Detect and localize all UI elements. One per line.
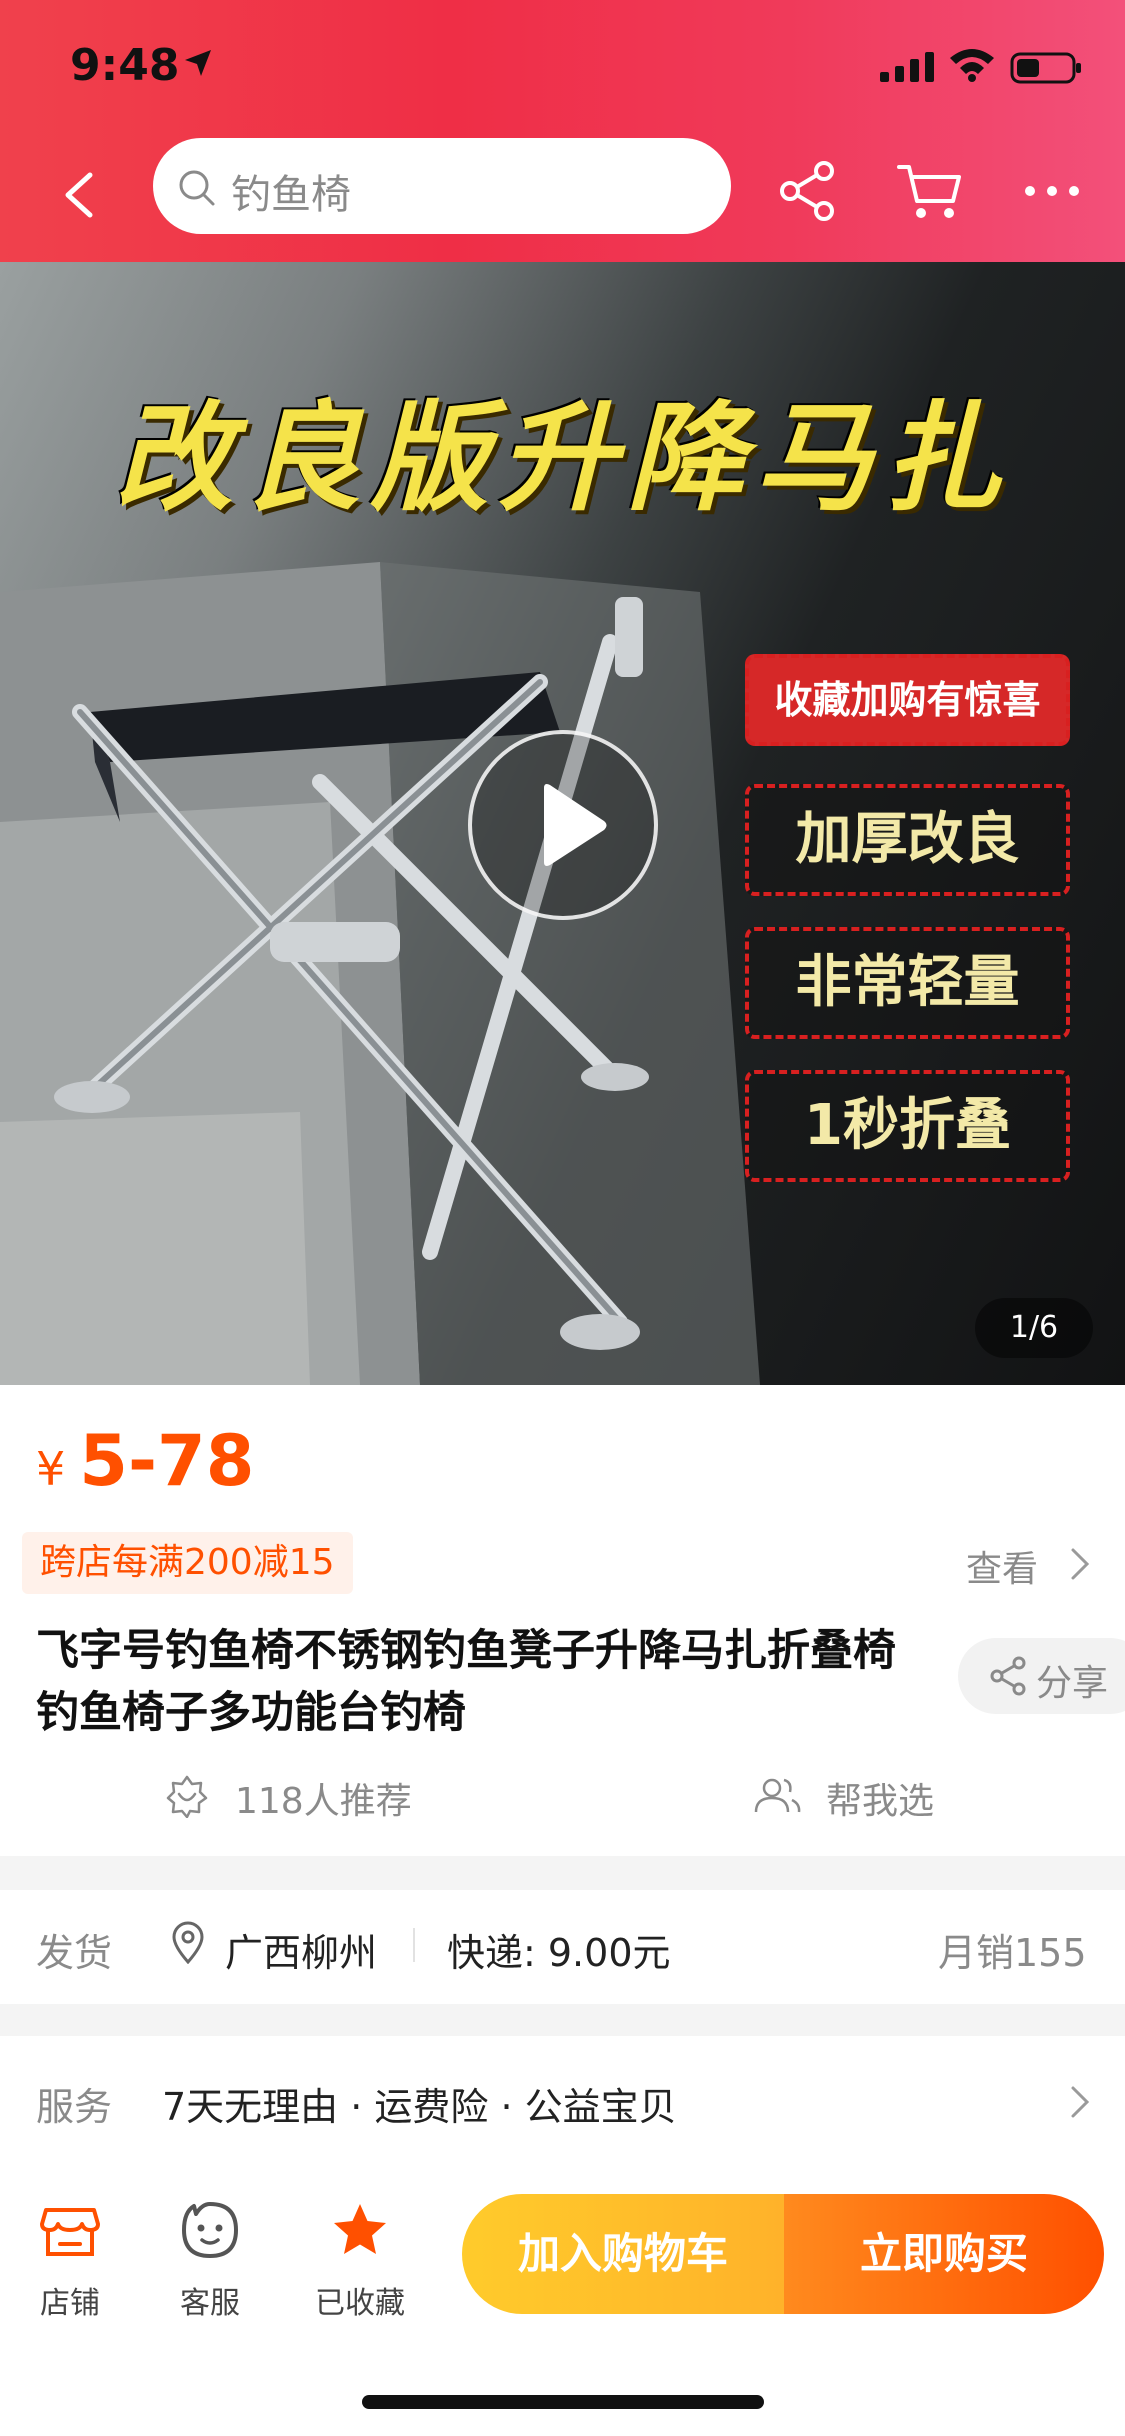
hero-tag-one-second-fold: 1秒折叠 bbox=[745, 1070, 1070, 1182]
search-input[interactable]: 钓鱼椅 bbox=[153, 138, 731, 234]
tab-favorite-label: 已收藏 bbox=[315, 2286, 405, 2321]
tab-store-label: 店铺 bbox=[40, 2286, 100, 2321]
status-bar: 9:48 bbox=[0, 0, 1125, 135]
buy-now-button[interactable]: 立即购买 bbox=[784, 2194, 1104, 2314]
shipping-row[interactable]: 发货 广西柳州 快递: 9.00元 月销155 bbox=[0, 1890, 1125, 2000]
help-me-choose[interactable]: 帮我选 bbox=[826, 1772, 934, 1824]
play-icon bbox=[544, 784, 607, 866]
service-row[interactable]: 服务 7天无理由 · 运费险 · 公益宝贝 bbox=[0, 2040, 1125, 2160]
price-value: 5-78 bbox=[79, 1420, 255, 1502]
section-divider bbox=[0, 1856, 1125, 1890]
video-play-button[interactable] bbox=[468, 730, 658, 920]
price: ¥5-78 bbox=[36, 1420, 254, 1502]
chevron-right-icon[interactable] bbox=[1068, 1546, 1092, 1582]
star-filled-icon bbox=[334, 2204, 386, 2254]
shipping-divider bbox=[413, 1928, 415, 1962]
shipping-label: 发货 bbox=[36, 1931, 113, 1975]
more-icon[interactable] bbox=[1020, 159, 1084, 223]
search-placeholder: 钓鱼椅 bbox=[231, 172, 351, 218]
chevron-right-icon[interactable] bbox=[1068, 2084, 1092, 2120]
battery-icon bbox=[1010, 52, 1081, 84]
location-pin-icon bbox=[172, 1921, 204, 1964]
search-icon bbox=[179, 170, 215, 206]
shipping-fee: 快递: 9.00元 bbox=[447, 1931, 671, 1975]
recommend-badge-icon bbox=[166, 1775, 208, 1818]
store-icon bbox=[40, 2208, 100, 2256]
tab-customer-service-label: 客服 bbox=[180, 2286, 240, 2321]
nav-row: 钓鱼椅 bbox=[0, 135, 1125, 250]
tab-customer-service[interactable]: 客服 bbox=[150, 2200, 270, 2340]
service-label: 服务 bbox=[36, 2085, 113, 2129]
share-button[interactable]: 分享 bbox=[958, 1638, 1125, 1714]
monthly-sales: 月销155 bbox=[938, 1931, 1087, 1975]
price-currency: ¥ bbox=[36, 1442, 66, 1496]
tab-favorite[interactable]: 已收藏 bbox=[300, 2200, 420, 2340]
customer-service-icon bbox=[182, 2202, 238, 2258]
header: 9:48 钓鱼椅 bbox=[0, 0, 1125, 262]
product-image-carousel[interactable]: 改良版升降马扎 收藏加购有惊喜 加厚改良 非常轻量 1秒折叠 1/6 bbox=[0, 262, 1125, 1385]
location-arrow-icon bbox=[185, 50, 211, 76]
cellular-signal-icon bbox=[880, 52, 934, 82]
product-title: 飞字号钓鱼椅不锈钢钓鱼凳子升降马扎折叠椅钓鱼椅子多功能台钓椅 bbox=[36, 1626, 896, 1738]
shipping-origin: 广西柳州 bbox=[225, 1931, 378, 1975]
recommend-row: 118人推荐 帮我选 bbox=[0, 1766, 1125, 1826]
share-label: 分享 bbox=[1036, 1663, 1109, 1704]
users-icon bbox=[754, 1778, 801, 1813]
section-divider bbox=[0, 2004, 1125, 2036]
promo-view-link[interactable]: 查看 bbox=[966, 1540, 1038, 1592]
cart-icon[interactable] bbox=[895, 159, 965, 223]
image-page-indicator: 1/6 bbox=[975, 1298, 1093, 1358]
hero-title: 改良版升降马扎 bbox=[114, 388, 1011, 527]
hero-tag-favorite-surprise: 收藏加购有惊喜 bbox=[745, 654, 1070, 746]
share-icon bbox=[990, 1656, 1026, 1696]
hero-tag-lightweight: 非常轻量 bbox=[745, 927, 1070, 1039]
promo-badge[interactable]: 跨店每满200减15 bbox=[22, 1532, 353, 1594]
status-time: 9:48 bbox=[70, 40, 180, 91]
share-icon[interactable] bbox=[776, 159, 840, 223]
tab-store[interactable]: 店铺 bbox=[10, 2200, 130, 2340]
recommend-count[interactable]: 118人推荐 bbox=[235, 1772, 412, 1824]
service-items: 7天无理由 · 运费险 · 公益宝贝 bbox=[162, 2085, 677, 2129]
back-icon[interactable] bbox=[52, 165, 112, 225]
hero-tag-thickened: 加厚改良 bbox=[745, 784, 1070, 896]
add-to-cart-button[interactable]: 加入购物车 bbox=[462, 2194, 784, 2314]
wifi-icon bbox=[950, 49, 994, 82]
home-indicator[interactable] bbox=[362, 2395, 764, 2409]
